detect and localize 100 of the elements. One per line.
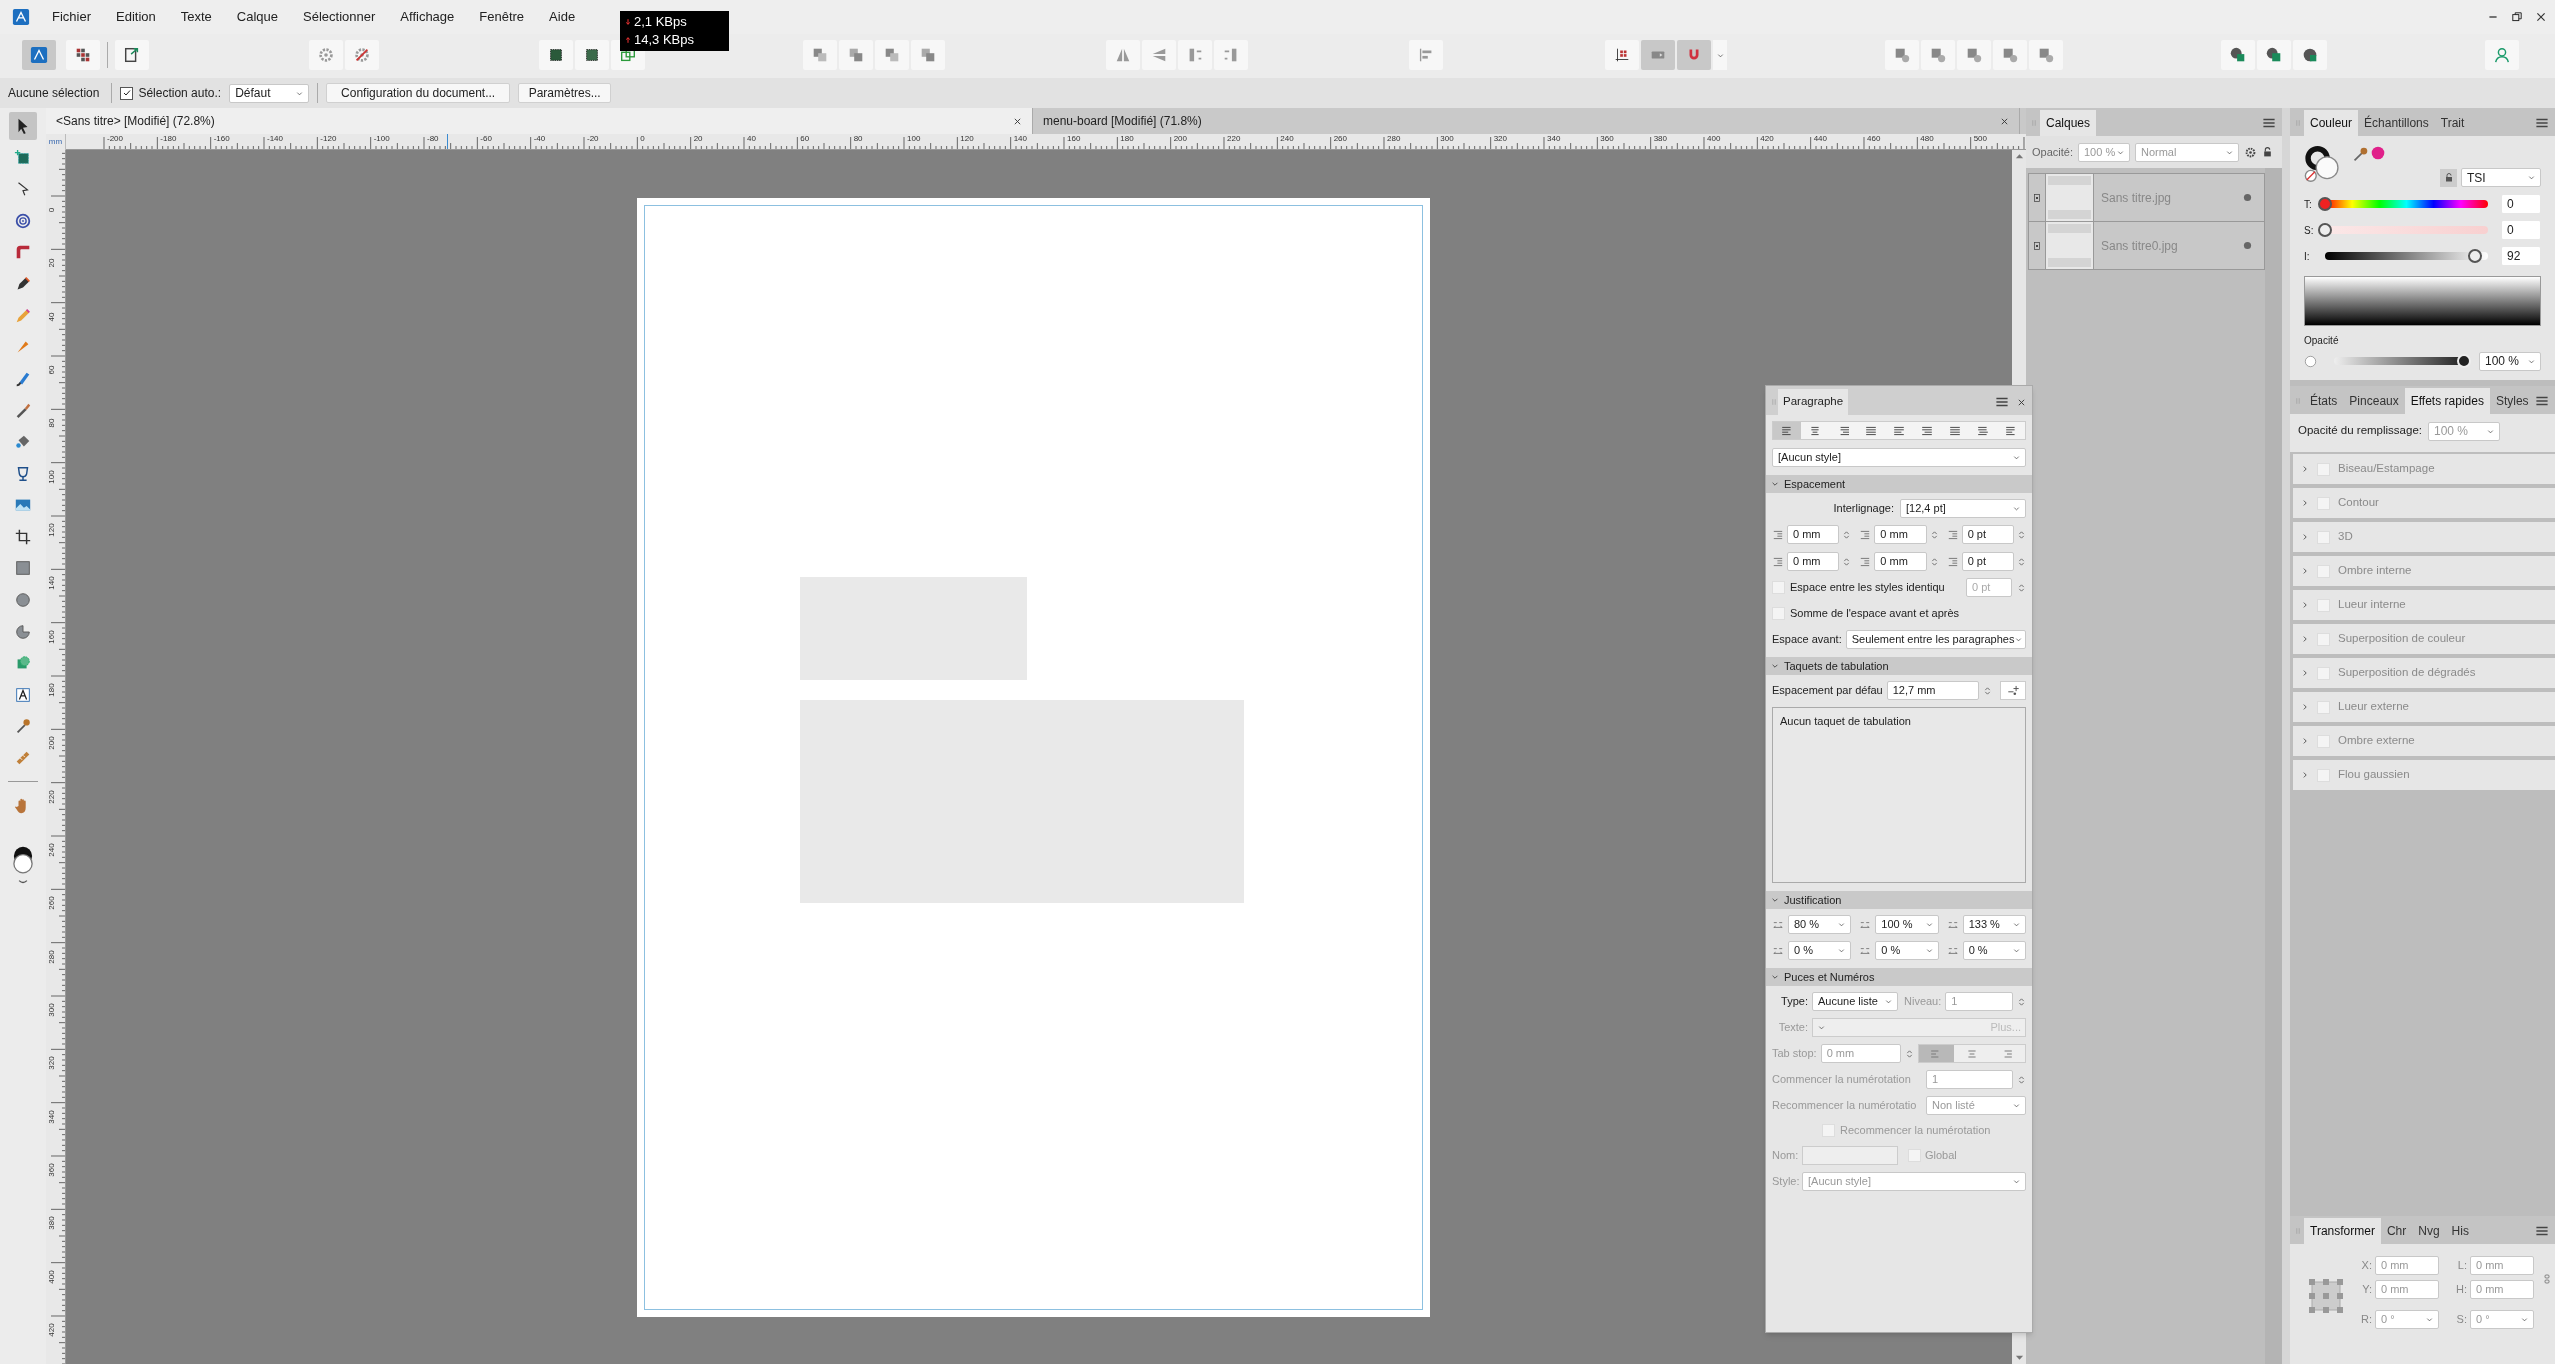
- ruler-label: 160: [1066, 135, 1082, 143]
- field-label: R:: [2360, 1312, 2372, 1328]
- ruler-label: 500: [1972, 135, 1988, 143]
- ruler-label: 200: [1172, 135, 1188, 143]
- ruler-label: 320: [48, 1055, 56, 1072]
- slider-label: I:: [2304, 249, 2311, 264]
- ruler-label: 260: [1332, 135, 1348, 143]
- panel-tab[interactable]: Trait: [2434, 110, 2471, 136]
- dropdown[interactable]: Seulement entre les paragraphes: [1845, 630, 2026, 649]
- field-label: Interlignage:: [1833, 501, 1894, 517]
- field-label: H:: [2455, 1282, 2467, 1298]
- dropdown[interactable]: 100 %: [2479, 351, 2541, 371]
- ruler-label: 160: [48, 629, 56, 646]
- ruler-label: 440: [1812, 135, 1828, 143]
- ruler-label: -160: [212, 135, 231, 143]
- ruler-label: 360: [1599, 135, 1615, 143]
- panel-tab[interactable]: États: [2304, 388, 2344, 414]
- panel-tab[interactable]: Paragraphe: [1778, 389, 1849, 415]
- menu-item[interactable]: Texte: [180, 7, 212, 27]
- slider-label: S:: [2304, 223, 2315, 238]
- ruler-label: -100: [372, 135, 391, 143]
- ruler-label: 340: [1546, 135, 1562, 143]
- menu-item[interactable]: Fenêtre: [479, 7, 525, 27]
- ruler-label: 340: [48, 1109, 56, 1126]
- ruler-label: 400: [48, 1269, 56, 1286]
- ruler-label: 260: [48, 895, 56, 912]
- input-field[interactable]: 0 mm: [1874, 525, 1927, 544]
- dropdown[interactable]: 0 %: [1875, 941, 1939, 960]
- section-header[interactable]: Taquets de tabulation: [1766, 657, 2032, 675]
- ruler-label: 40: [746, 135, 757, 143]
- dropdown[interactable]: Défaut: [229, 83, 310, 103]
- field-label: Type:: [1780, 994, 1808, 1010]
- dropdown[interactable]: [12,4 pt]: [1900, 499, 2026, 518]
- dropdown[interactable]: 133 %: [1962, 915, 2026, 934]
- ruler-label: -40: [532, 135, 547, 143]
- panel-tab[interactable]: Chr: [2380, 1218, 2413, 1244]
- panel-tab[interactable]: His: [2445, 1218, 2475, 1244]
- checkbox-label: Global: [1925, 1147, 1957, 1163]
- input-field[interactable]: 0 pt: [1961, 552, 2014, 571]
- field-label: Recommencer la numérotatio: [1772, 1098, 1918, 1114]
- ruler-label: 420: [1759, 135, 1775, 143]
- panel-tab[interactable]: Échantillons: [2358, 110, 2435, 136]
- panel-tab[interactable]: Calques: [2040, 110, 2097, 136]
- input-field[interactable]: 0 mm: [1787, 552, 1840, 571]
- ruler-label: 20: [692, 135, 704, 143]
- section-header[interactable]: Espacement: [1766, 475, 2032, 493]
- menu-item[interactable]: Edition: [116, 7, 156, 27]
- checkbox-label: Sélection auto.:: [138, 85, 222, 102]
- panel-tab[interactable]: Effets rapides: [2404, 388, 2490, 414]
- ruler-label: 180: [48, 682, 56, 699]
- panel-tab[interactable]: Styles: [2489, 388, 2535, 414]
- value-field[interactable]: 0: [2501, 194, 2541, 214]
- input-field[interactable]: 12,7 mm: [1886, 681, 1979, 700]
- document-tab[interactable]: <Sans titre> [Modifié] (72.8%): [46, 108, 1033, 134]
- field-label: Espacement par défau: [1772, 683, 1883, 699]
- panel-tab[interactable]: Pinceaux: [2343, 388, 2405, 414]
- ruler-label: -180: [159, 135, 178, 143]
- menu-item[interactable]: Sélectionner: [303, 7, 376, 27]
- dropdown[interactable]: 100 %: [1875, 915, 1939, 934]
- ruler-label: 320: [1492, 135, 1508, 143]
- input-field[interactable]: 0 pt: [1961, 525, 2014, 544]
- value-field[interactable]: 92: [2501, 246, 2541, 266]
- dropdown[interactable]: 0 %: [1962, 941, 2026, 960]
- ruler-label: 120: [959, 135, 975, 143]
- field-label: L:: [2456, 1258, 2467, 1274]
- ruler-label: 220: [1226, 135, 1242, 143]
- menu-item[interactable]: Affichage: [400, 7, 455, 27]
- checkbox-label: Somme de l'espace avant et après: [1790, 606, 1961, 622]
- toolbar-text-button[interactable]: Configuration du document...: [326, 83, 511, 103]
- input-field[interactable]: 0 mm: [1874, 552, 1927, 571]
- checkbox-label: Espace entre les styles identiqu: [1790, 580, 1946, 596]
- dropdown[interactable]: [Aucun style]: [1772, 448, 2026, 467]
- field-label: Nom:: [1772, 1147, 1798, 1163]
- menu-item[interactable]: Fichier: [52, 7, 91, 27]
- ruler-label: 80: [48, 417, 56, 430]
- value-field[interactable]: 0: [2501, 220, 2541, 240]
- toolbar-text-button[interactable]: Paramètres...: [518, 83, 612, 103]
- dropdown[interactable]: 0 %: [1788, 941, 1852, 960]
- layer-name: Sans titre0.jpg: [2101, 237, 2178, 255]
- ruler-label: 460: [1866, 135, 1882, 143]
- field-label: Niveau:: [1904, 994, 1942, 1010]
- panel-tab[interactable]: Nvg: [2412, 1218, 2446, 1244]
- section-header[interactable]: Justification: [1766, 891, 2032, 909]
- menu-item[interactable]: Aide: [549, 7, 576, 27]
- menu-item[interactable]: Calque: [236, 7, 279, 27]
- ruler-label: 280: [1386, 135, 1402, 143]
- ruler-label: 100: [906, 135, 922, 143]
- ruler-label: 180: [1119, 135, 1135, 143]
- tab-stop-list[interactable]: Aucun taquet de tabulation: [1772, 707, 2026, 883]
- slider-label: T:: [2304, 197, 2313, 212]
- panel-tab[interactable]: Couleur: [2304, 110, 2359, 136]
- ruler-label: -20: [586, 135, 600, 143]
- dropdown[interactable]: 80 %: [1788, 915, 1852, 934]
- ruler-label: 100: [48, 469, 56, 486]
- dropdown[interactable]: TSI: [2461, 168, 2541, 187]
- dropdown[interactable]: Aucune liste: [1812, 992, 1898, 1011]
- input-field[interactable]: 0 mm: [1787, 525, 1840, 544]
- section-header[interactable]: Puces et Numéros: [1766, 968, 2032, 986]
- ruler-label: 300: [48, 1002, 56, 1019]
- panel-tab[interactable]: Transformer: [2304, 1218, 2381, 1244]
